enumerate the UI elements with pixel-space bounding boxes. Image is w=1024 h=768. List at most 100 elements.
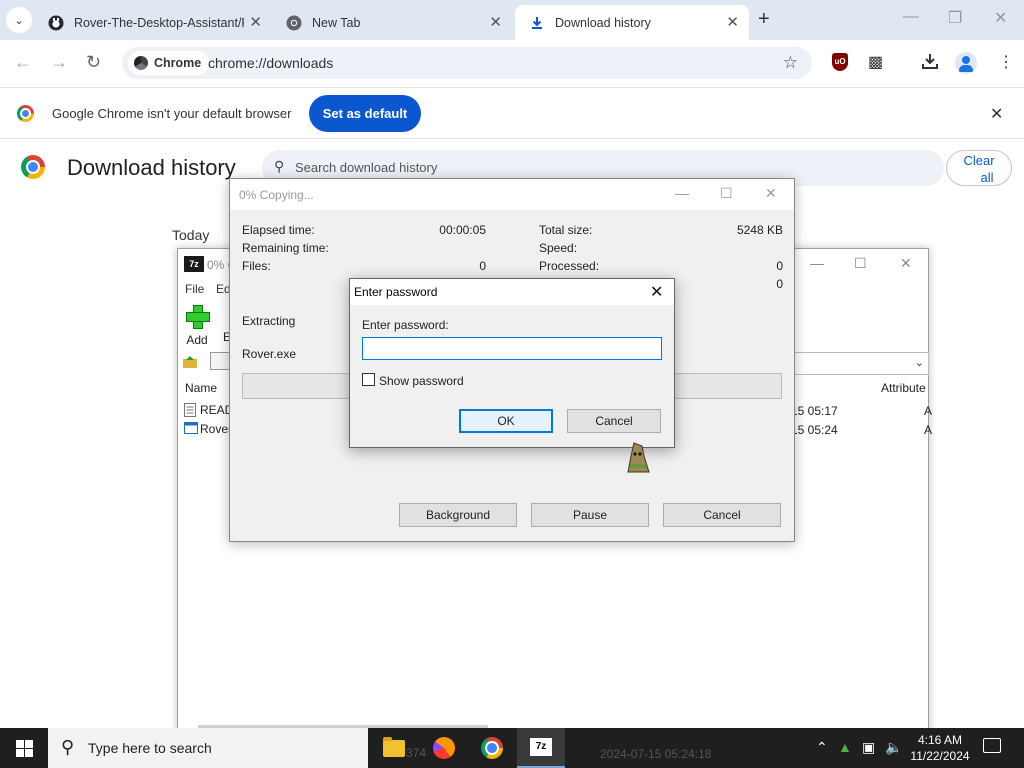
- list-item[interactable]: READ: [184, 403, 233, 417]
- tab-new-tab[interactable]: New Tab ✕: [272, 5, 512, 40]
- site-chip[interactable]: Chrome: [128, 51, 210, 75]
- tab-strip: ⌄ Rover-The-Desktop-Assistant/R ✕ New Ta…: [0, 0, 1024, 40]
- modified-date: 15 05:17: [791, 404, 838, 418]
- menu-kebab-icon[interactable]: ⋮: [998, 52, 1014, 72]
- ublock-icon[interactable]: uO: [832, 53, 848, 71]
- search-icon: ⚲: [61, 737, 75, 757]
- path-dropdown[interactable]: ⌄: [794, 352, 929, 375]
- firefox-icon: [433, 737, 455, 759]
- chrome-icon: [134, 56, 148, 70]
- address-bar[interactable]: Chrome chrome://downloads ☆: [122, 47, 812, 79]
- show-password-checkbox[interactable]: [362, 373, 375, 386]
- taskbar-file-explorer[interactable]: [370, 728, 418, 768]
- clear-all-button[interactable]: Clear all: [946, 150, 1012, 186]
- forward-icon[interactable]: →: [50, 52, 68, 73]
- background-button[interactable]: Background: [399, 503, 517, 527]
- menu-file[interactable]: File: [185, 282, 204, 296]
- chrome-icon: [286, 15, 302, 31]
- taskbar-firefox[interactable]: [420, 728, 468, 768]
- extra-stat-value: 0: [776, 277, 783, 291]
- attribute-value: A: [924, 404, 933, 418]
- drive-icon[interactable]: [210, 352, 230, 370]
- total-size-label: Total size:: [539, 223, 593, 237]
- chrome-icon: [481, 737, 503, 759]
- close-icon[interactable]: ✕: [990, 104, 1003, 124]
- rover-mascot-icon[interactable]: [626, 442, 650, 474]
- taskbar-clock[interactable]: 4:16 AM 11/22/2024: [904, 732, 976, 764]
- folder-up-icon[interactable]: [182, 355, 198, 369]
- taskbar-chrome[interactable]: [468, 728, 516, 768]
- back-icon[interactable]: ←: [14, 52, 32, 73]
- volume-icon[interactable]: 🔈: [885, 739, 902, 756]
- elapsed-time-label: Elapsed time:: [242, 223, 315, 237]
- close-icon[interactable]: ✕: [489, 13, 502, 31]
- page-title: Download history: [67, 155, 236, 180]
- file-name: Rover: [200, 422, 233, 436]
- chrome-logo-icon: [21, 155, 45, 179]
- add-label: Add: [186, 333, 208, 347]
- bookmark-star-icon[interactable]: ☆: [783, 53, 798, 73]
- column-name[interactable]: Name: [185, 381, 217, 395]
- enter-password-dialog: Enter password ✕ Enter password: Show pa…: [349, 278, 675, 448]
- tab-title: New Tab: [312, 15, 361, 30]
- cancel-copy-button[interactable]: Cancel: [663, 503, 781, 527]
- close-icon[interactable]: ✕: [249, 13, 262, 31]
- cancel-button[interactable]: Cancel: [567, 409, 661, 433]
- copy-dialog-titlebar: 0% Copying... — ☐ ✕: [230, 179, 794, 210]
- processed-label: Processed:: [539, 259, 600, 273]
- pause-button[interactable]: Pause: [531, 503, 649, 527]
- close-icon[interactable]: ✕: [765, 185, 777, 202]
- show-password-label[interactable]: Show password: [379, 374, 464, 388]
- download-icon[interactable]: [921, 52, 939, 75]
- new-tab-button[interactable]: +: [758, 8, 770, 31]
- tab-title: Download history: [555, 15, 651, 30]
- network-icon[interactable]: ▣: [862, 739, 875, 756]
- default-browser-infobar: Google Chrome isn't your default browser…: [0, 87, 1024, 139]
- notification-icon[interactable]: [983, 738, 1001, 753]
- set-as-default-button[interactable]: Set as default: [309, 95, 421, 132]
- background-date-text: 2024-07-15 05:24:18: [600, 747, 712, 761]
- restore-icon[interactable]: ❐: [948, 8, 962, 28]
- copy-dialog-title: 0% Copying...: [239, 188, 314, 202]
- url-text[interactable]: chrome://downloads: [208, 55, 333, 71]
- minimize-icon[interactable]: —: [903, 8, 919, 26]
- windows-start-icon[interactable]: [16, 740, 33, 757]
- tab-github[interactable]: Rover-The-Desktop-Assistant/R ✕: [34, 5, 272, 40]
- reload-icon[interactable]: ↻: [86, 52, 101, 73]
- clock-date: 11/22/2024: [910, 749, 970, 763]
- extensions-icon[interactable]: ▩: [868, 52, 883, 72]
- password-field[interactable]: [362, 337, 662, 360]
- profile-avatar[interactable]: [955, 52, 977, 74]
- add-button[interactable]: Add: [186, 305, 210, 347]
- password-label: Enter password:: [362, 318, 449, 332]
- download-icon: [529, 15, 545, 31]
- tab-title: Rover-The-Desktop-Assistant/R: [74, 15, 244, 30]
- maximize-icon[interactable]: ☐: [854, 255, 867, 272]
- taskbar-search-input[interactable]: ⚲ Type here to search: [48, 728, 368, 768]
- rover-tray-icon[interactable]: ▲: [838, 739, 852, 755]
- tab-download-history[interactable]: Download history ✕: [515, 5, 749, 40]
- ok-button[interactable]: OK: [459, 409, 553, 433]
- password-dialog-title: Enter password: [354, 285, 438, 299]
- infobar-message: Google Chrome isn't your default browser: [52, 106, 292, 121]
- text-file-icon: [184, 403, 196, 417]
- close-icon[interactable]: ✕: [726, 13, 739, 31]
- taskbar-search-placeholder: Type here to search: [88, 740, 212, 756]
- column-attributes[interactable]: Attribute: [881, 381, 926, 395]
- close-icon[interactable]: ✕: [900, 255, 912, 272]
- minimize-icon[interactable]: —: [810, 255, 824, 271]
- chevron-up-icon[interactable]: ⌃: [816, 739, 828, 756]
- close-icon[interactable]: ✕: [650, 282, 663, 302]
- 7zip-logo-icon: 7z: [184, 256, 204, 272]
- files-label: Files:: [242, 259, 271, 273]
- close-window-icon[interactable]: ✕: [994, 8, 1007, 28]
- exe-file-icon: [184, 422, 198, 436]
- taskbar-7zip[interactable]: 7z: [517, 728, 565, 768]
- minimize-icon[interactable]: —: [675, 185, 689, 201]
- folder-icon: [383, 736, 405, 757]
- processed-value: 0: [776, 259, 783, 273]
- tab-search-button[interactable]: ⌄: [6, 7, 32, 33]
- list-item[interactable]: Rover: [184, 422, 232, 436]
- maximize-icon[interactable]: ☐: [720, 185, 733, 202]
- clock-time: 4:16 AM: [917, 733, 963, 747]
